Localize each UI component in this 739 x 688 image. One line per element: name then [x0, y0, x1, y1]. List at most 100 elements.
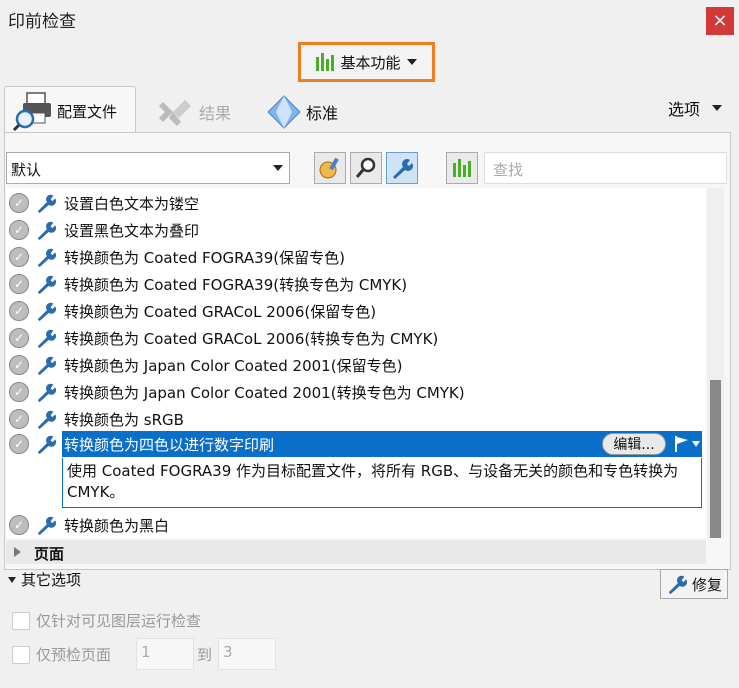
- check-icon: ✓: [9, 434, 29, 454]
- wrench-icon: [37, 356, 57, 376]
- profile-select-value: 默认: [11, 161, 42, 179]
- list-item[interactable]: ✓ 转换颜色为黑白: [6, 512, 706, 538]
- bars-view-button[interactable]: [446, 152, 478, 184]
- chevron-down-icon: [712, 105, 723, 111]
- close-button[interactable]: ×: [706, 7, 734, 35]
- profile-select[interactable]: 默认: [6, 152, 290, 184]
- chevron-down-icon: [8, 576, 16, 583]
- check-icon: ✓: [9, 301, 29, 321]
- wrench-icon: [37, 194, 57, 214]
- wrench-icon: [37, 329, 57, 349]
- check-icon: ✓: [9, 274, 29, 294]
- wizard-button[interactable]: [314, 152, 346, 184]
- list-item-label: 转换颜色为 Coated FOGRA39(保留专色): [64, 249, 345, 267]
- list-item-label: 转换颜色为 Japan Color Coated 2001(保留专色): [64, 357, 403, 375]
- list-item-label: 转换颜色为 Coated FOGRA39(转换专色为 CMYK): [64, 276, 408, 294]
- other-options-label: 其它选项: [21, 571, 82, 589]
- list-item[interactable]: ✓ 转换颜色为 Japan Color Coated 2001(保留专色): [6, 352, 706, 378]
- fix-button-label: 修复: [691, 575, 722, 594]
- chevron-down-icon: [406, 59, 417, 65]
- feature-label: 基本功能: [340, 53, 401, 72]
- list-item-label: 转换颜色为 sRGB: [64, 411, 184, 429]
- page-to-input[interactable]: 3: [218, 638, 276, 670]
- preflight-pages-option[interactable]: 仅预检页面: [12, 644, 111, 665]
- other-options-toggle[interactable]: 其它选项: [8, 569, 81, 590]
- chevron-down-icon: [273, 165, 283, 171]
- edit-button[interactable]: 编辑...: [602, 433, 666, 455]
- section-pages-label: 页面: [34, 545, 65, 563]
- list-item[interactable]: ✓ 设置白色文本为镂空: [6, 190, 706, 216]
- wrench-icon: [37, 221, 57, 241]
- tab-standards-label: 标准: [306, 104, 339, 123]
- wrench-icon: [393, 159, 413, 179]
- selected-item-description: 使用 Coated FOGRA39 作为目标配置文件，将所有 RGB、与设备无关…: [62, 458, 702, 508]
- selected-item-label: 转换颜色为四色以进行数字印刷: [64, 436, 275, 454]
- list-item[interactable]: ✓ 设置黑色文本为叠印: [6, 217, 706, 243]
- wrench-icon: [37, 248, 57, 268]
- expand-arrow-icon: [14, 547, 21, 557]
- wizard-icon: [319, 157, 339, 179]
- list-item-label: 设置黑色文本为叠印: [64, 222, 200, 240]
- list-item[interactable]: ✓ 转换颜色为 Coated GRACoL 2006(转换专色为 CMYK): [6, 325, 706, 351]
- check-icon: ✓: [9, 382, 29, 402]
- options-label: 选项: [668, 100, 701, 119]
- wrench-icon: [668, 575, 688, 595]
- preflight-pages-checkbox[interactable]: [12, 645, 30, 664]
- close-icon: ×: [712, 10, 728, 31]
- results-icon: [159, 100, 191, 126]
- title-bar: [0, 0, 739, 38]
- scrollbar-thumb[interactable]: [710, 380, 721, 538]
- fix-button[interactable]: 修复: [660, 569, 728, 599]
- check-icon: ✓: [9, 409, 29, 429]
- list-item-label: 设置白色文本为镂空: [64, 195, 200, 213]
- list-item[interactable]: ✓ 转换颜色为 Coated GRACoL 2006(保留专色): [6, 298, 706, 324]
- wrench-icon: [37, 516, 57, 536]
- window-title: 印前检查: [8, 12, 76, 32]
- fixups-button[interactable]: [386, 152, 418, 184]
- fixups-list: ✓ 设置白色文本为镂空 ✓ 设置黑色文本为叠印 ✓ 转换颜色为 Coated FOGR…: [6, 188, 706, 538]
- section-pages[interactable]: 页面: [6, 540, 706, 564]
- page-range-to-label: 到: [197, 646, 213, 664]
- page-from-input[interactable]: 1: [136, 638, 194, 670]
- list-item-label: 转换颜色为 Coated GRACoL 2006(保留专色): [64, 303, 377, 321]
- wrench-icon: [37, 302, 57, 322]
- preflight-pages-label: 仅预检页面: [36, 646, 112, 664]
- options-menu[interactable]: 选项: [668, 96, 723, 120]
- wrench-icon: [37, 435, 57, 455]
- list-item[interactable]: ✓ 转换颜色为 Coated FOGRA39(保留专色): [6, 244, 706, 270]
- check-icon: ✓: [9, 193, 29, 213]
- flag-menu-button[interactable]: [674, 434, 700, 454]
- chevron-down-icon: [692, 441, 700, 447]
- bars-icon: [316, 53, 335, 71]
- wrench-icon: [37, 383, 57, 403]
- visible-layers-option[interactable]: 仅针对可见图层运行检查: [12, 610, 201, 631]
- bars-icon: [453, 159, 471, 177]
- magnifier-icon: [355, 157, 376, 178]
- standards-diamond-icon: [267, 95, 301, 129]
- check-icon: ✓: [9, 515, 29, 535]
- list-item[interactable]: ✓ 转换颜色为 Japan Color Coated 2001(转换专色为 CMY…: [6, 379, 706, 405]
- list-item[interactable]: ✓ 转换颜色为 sRGB: [6, 406, 706, 432]
- check-icon: ✓: [9, 328, 29, 348]
- tab-results[interactable]: 结果: [155, 96, 231, 128]
- selected-list-item[interactable]: 转换颜色为四色以进行数字印刷 编辑...: [62, 431, 702, 457]
- list-item-label: 转换颜色为 Coated GRACoL 2006(转换专色为 CMYK): [64, 330, 439, 348]
- printer-magnifier-icon: [13, 92, 51, 131]
- visible-layers-label: 仅针对可见图层运行检查: [36, 612, 202, 630]
- tab-profiles-label: 配置文件: [57, 103, 118, 121]
- tab-results-label: 结果: [199, 104, 232, 123]
- tab-standards[interactable]: 标准: [266, 94, 338, 130]
- find-input[interactable]: 查找: [484, 152, 727, 184]
- flag-icon: [675, 436, 688, 452]
- wrench-icon: [37, 275, 57, 295]
- list-item-label: 转换颜色为黑白: [64, 517, 170, 535]
- visible-layers-checkbox[interactable]: [12, 611, 30, 630]
- check-icon: ✓: [9, 220, 29, 240]
- search-profile-button[interactable]: [350, 152, 382, 184]
- list-item[interactable]: ✓ 转换颜色为 Coated FOGRA39(转换专色为 CMYK): [6, 271, 706, 297]
- feature-dropdown[interactable]: 基本功能: [298, 42, 435, 82]
- check-icon: ✓: [9, 355, 29, 375]
- list-item-label: 转换颜色为 Japan Color Coated 2001(转换专色为 CMYK…: [64, 384, 465, 402]
- check-icon: ✓: [9, 247, 29, 267]
- tab-profiles[interactable]: 配置文件: [4, 86, 136, 132]
